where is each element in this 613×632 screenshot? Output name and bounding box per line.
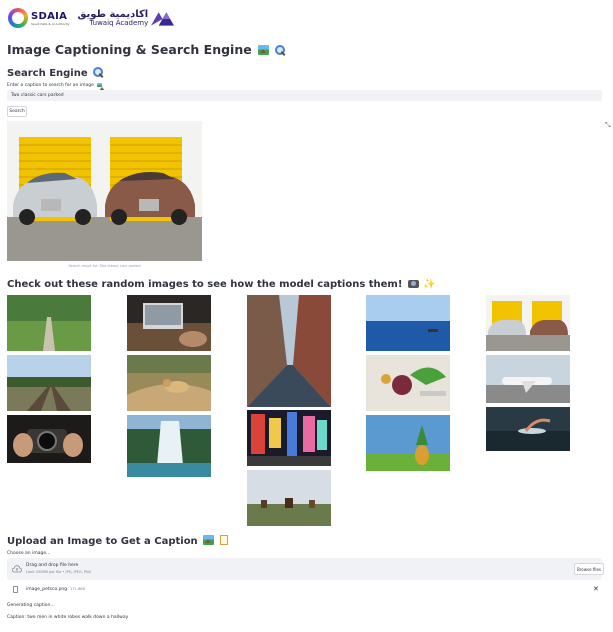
- upload-heading-text: Upload an Image to Get a Caption: [7, 536, 198, 547]
- caption-result: Caption: two men in white robes walk dow…: [7, 615, 129, 620]
- random-image-railway[interactable]: [7, 355, 91, 411]
- file-dropzone[interactable]: Drag and drop file here Limit 200MB per …: [7, 558, 604, 580]
- random-image-pineapple[interactable]: [366, 415, 450, 471]
- picture-icon: [258, 45, 270, 55]
- random-image-horses-field[interactable]: [247, 470, 331, 526]
- upload-heading: Upload an Image to Get a Caption: [7, 535, 228, 547]
- random-image-laptop[interactable]: [127, 295, 211, 351]
- random-image-swimmer[interactable]: [486, 407, 570, 451]
- random-image-classic-cars[interactable]: [486, 295, 570, 351]
- uploaded-file-row: image_petsco.png 171.6KB ✕: [7, 584, 602, 596]
- random-image-sea-boat[interactable]: [366, 295, 450, 351]
- file-size: 171.6KB: [70, 587, 85, 591]
- caption-status: Generating caption...: [7, 603, 55, 608]
- random-image-city-street[interactable]: [247, 295, 331, 407]
- camera-icon: [407, 280, 419, 288]
- search-button[interactable]: Search: [7, 106, 27, 117]
- random-image-times-square[interactable]: [247, 410, 331, 466]
- header-logos: SDAIA Saudi Data & AI Authority اكاديمية…: [8, 8, 175, 28]
- file-icon: [13, 586, 18, 593]
- random-image-cheetah[interactable]: [127, 355, 211, 411]
- search-input-label-text: Enter a caption to search for an image: [7, 83, 94, 88]
- upload-label: Choose an image...: [7, 551, 51, 556]
- page-title-text: Image Captioning & Search Engine: [7, 42, 252, 57]
- search-heading-text: Search Engine: [7, 68, 88, 79]
- random-image-park-path[interactable]: [7, 295, 91, 351]
- page-title: Image Captioning & Search Engine: [7, 42, 286, 57]
- dropzone-title: Drag and drop file here: [26, 563, 79, 568]
- close-icon[interactable]: ✕: [593, 585, 599, 593]
- search-result-image: [7, 121, 202, 261]
- tuwaiq-logo-text: اكاديمية طويق Tuwaiq Academy: [78, 9, 149, 27]
- file-name-text: image_petsco.png: [26, 587, 68, 592]
- sdaia-logo-text: SDAIA Saudi Data & AI Authority: [31, 11, 70, 26]
- random-image-camera-hands[interactable]: [7, 415, 91, 463]
- browse-files-button[interactable]: Browse files: [574, 563, 604, 575]
- dropzone-limit: Limit 200MB per file • JPG, JPEG, PNG: [26, 570, 92, 574]
- memo-icon: [219, 535, 228, 545]
- search-input[interactable]: Two classic cars parked: [7, 90, 602, 101]
- magnifier-icon: [275, 45, 286, 55]
- magnifier-icon: [93, 67, 104, 77]
- tuwaiq-english-name: Tuwaiq Academy: [89, 18, 149, 27]
- random-images-heading: Check out these random images to see how…: [7, 279, 436, 290]
- random-images-heading-text: Check out these random images to see how…: [7, 279, 403, 290]
- sdaia-subtitle: Saudi Data & AI Authority: [31, 21, 70, 26]
- sparkles-icon: ✨: [423, 279, 436, 290]
- cloud-upload-icon: [12, 565, 22, 573]
- fullscreen-icon[interactable]: ⤡: [605, 121, 611, 130]
- random-image-vegetables[interactable]: [366, 355, 450, 411]
- search-input-label: Enter a caption to search for an image: [7, 83, 106, 91]
- sdaia-logo-icon: [8, 8, 28, 28]
- random-image-waterfall[interactable]: [127, 415, 211, 477]
- uploaded-file-name: image_petsco.png 171.6KB: [26, 587, 85, 592]
- random-image-airplane[interactable]: [486, 355, 570, 403]
- search-result-caption: Search result for: Two classic cars park…: [68, 264, 141, 268]
- picture-icon: [97, 83, 106, 91]
- picture-icon: [203, 535, 215, 545]
- tuwaiq-logo-icon: [151, 12, 175, 26]
- search-heading: Search Engine: [7, 67, 104, 79]
- sdaia-name: SDAIA: [31, 10, 68, 22]
